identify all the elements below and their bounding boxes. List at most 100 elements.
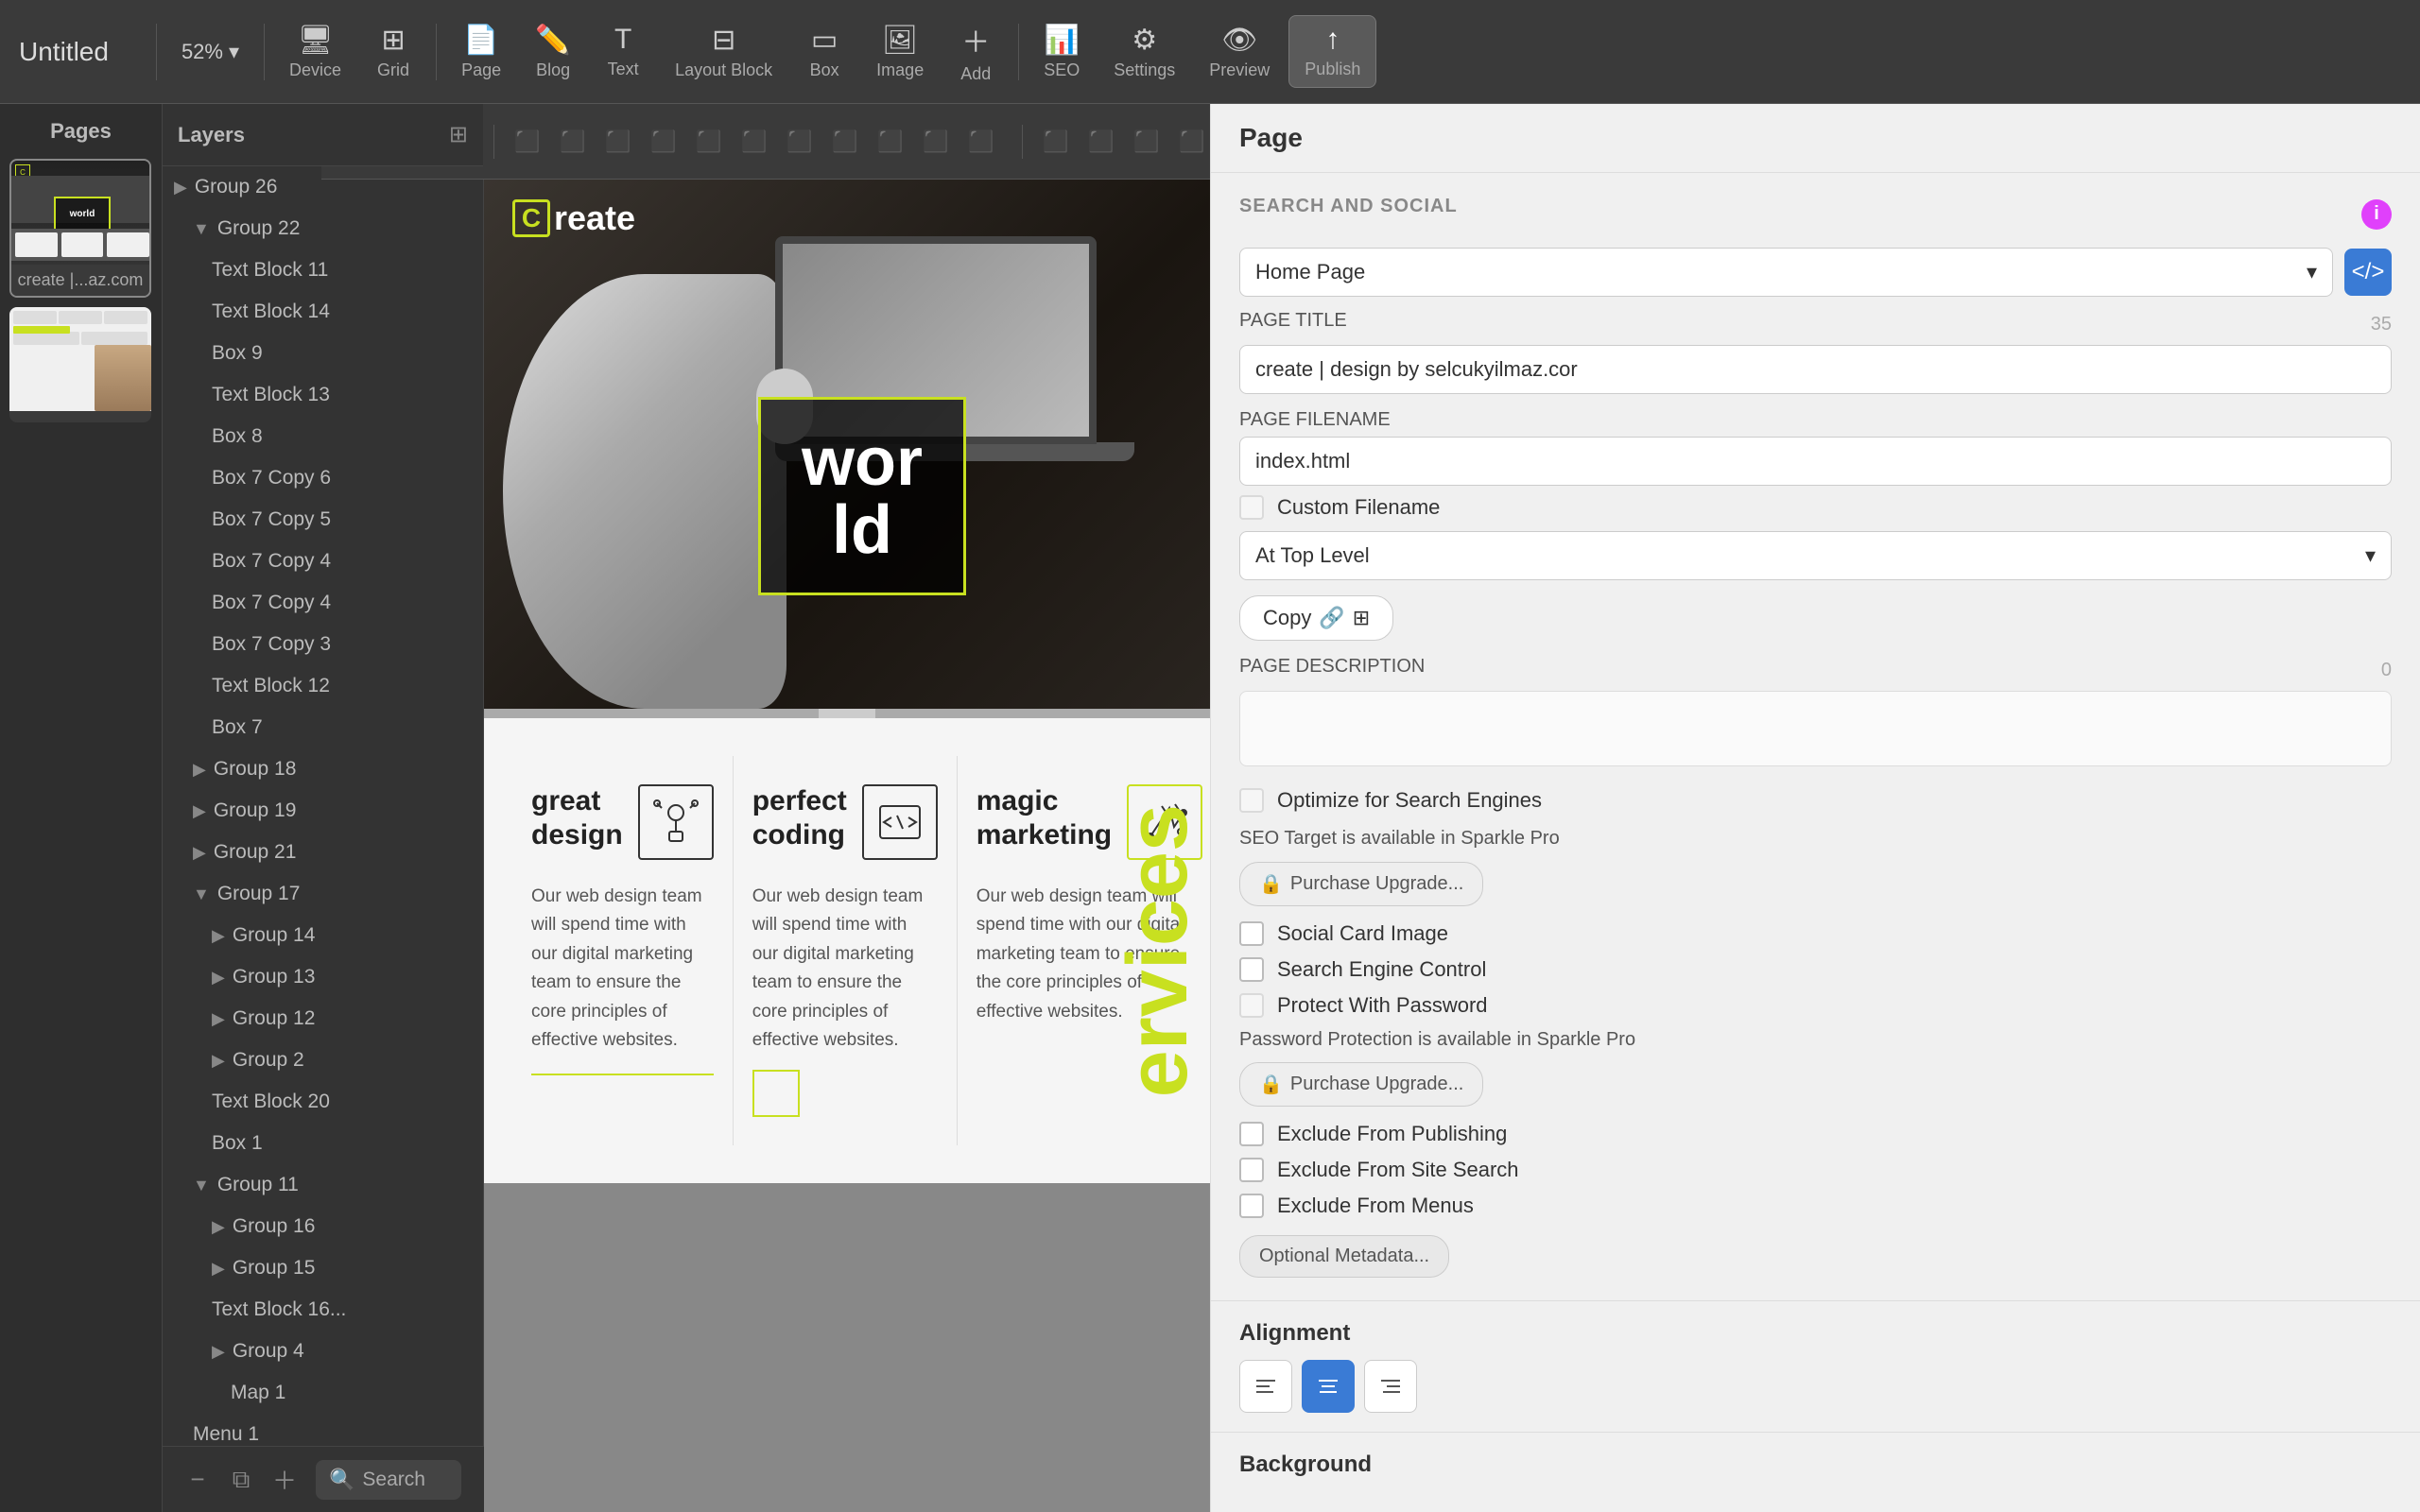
- page-filename-input[interactable]: index.html: [1239, 437, 2392, 486]
- layer-group2[interactable]: ▶ Group 2: [163, 1040, 483, 1081]
- layers-list-icon[interactable]: ⊞: [449, 121, 468, 148]
- layout-block-button[interactable]: ⊟ Layout Block: [660, 16, 787, 88]
- arrow-right-icon-6: ▶: [212, 968, 225, 988]
- layer-group17[interactable]: ▼ Group 17: [163, 873, 483, 915]
- layer-group11[interactable]: ▼ Group 11: [163, 1164, 483, 1206]
- minus-button[interactable]: −: [176, 1458, 219, 1502]
- at-top-level-select[interactable]: At Top Level ▾: [1239, 531, 2392, 580]
- layer-group15[interactable]: ▶ Group 15: [163, 1247, 483, 1289]
- search-engine-checkbox[interactable]: [1239, 957, 1264, 982]
- device-button[interactable]: 🖥 Device: [274, 16, 356, 88]
- layer-text-block-16[interactable]: Text Block 16...: [163, 1289, 483, 1331]
- layer-group19[interactable]: ▶ Group 19: [163, 790, 483, 832]
- align-right-rp-btn[interactable]: [1364, 1360, 1417, 1413]
- layer-box7copy3[interactable]: Box 7 Copy 3: [163, 624, 483, 665]
- layer-box7[interactable]: Box 7: [163, 707, 483, 748]
- align-top-button[interactable]: ⬛: [869, 120, 912, 163]
- protect-password-checkbox[interactable]: [1239, 993, 1264, 1018]
- page-title-input[interactable]: create | design by selcukyilmaz.cor: [1239, 345, 2392, 394]
- align-space-h-button[interactable]: ⬛: [687, 120, 731, 163]
- layer-box1[interactable]: Box 1: [163, 1123, 483, 1164]
- layer-group12[interactable]: ▶ Group 12: [163, 998, 483, 1040]
- thumb1-box: world: [54, 197, 111, 231]
- home-page-select[interactable]: Home Page ▾: [1239, 248, 2333, 297]
- grid-button[interactable]: ⊞ Grid: [360, 16, 426, 88]
- code-button[interactable]: </>: [2344, 249, 2392, 296]
- layer-group22[interactable]: ▼ Group 22: [163, 208, 483, 249]
- hero-section[interactable]: C reate world: [484, 180, 1210, 709]
- align-distribute-h-button[interactable]: ⬛: [642, 120, 685, 163]
- grid-icon: ⊞: [381, 24, 405, 57]
- text-button[interactable]: T Text: [590, 16, 656, 87]
- add-button[interactable]: ＋ Add: [942, 11, 1009, 92]
- layer-group4[interactable]: ▶ Group 4: [163, 1331, 483, 1372]
- optional-metadata-btn[interactable]: Optional Metadata...: [1239, 1235, 1449, 1278]
- optimize-row: Optimize for Search Engines: [1239, 788, 2392, 813]
- publish-button[interactable]: ↑ Publish: [1288, 15, 1376, 88]
- layer-text-block-13[interactable]: Text Block 13: [163, 374, 483, 416]
- preview-button[interactable]: 👁 Preview: [1194, 16, 1285, 88]
- layer-text-block-14[interactable]: Text Block 14: [163, 291, 483, 333]
- info-badge[interactable]: i: [2361, 199, 2392, 230]
- page-desc-textarea[interactable]: [1239, 691, 2392, 766]
- purchase-upgrade-btn-1[interactable]: 🔒 Purchase Upgrade...: [1239, 862, 1483, 906]
- bring-front-button[interactable]: ⬛: [1034, 120, 1078, 163]
- duplicate-button[interactable]: ⧉: [219, 1458, 263, 1502]
- blog-button[interactable]: ✏️ Blog: [520, 16, 586, 88]
- layer-box7copy5[interactable]: Box 7 Copy 5: [163, 499, 483, 541]
- layer-text-block-20[interactable]: Text Block 20: [163, 1081, 483, 1123]
- custom-filename-checkbox[interactable]: [1239, 495, 1264, 520]
- zoom-control[interactable]: 52% ▾: [166, 32, 254, 72]
- layer-group18[interactable]: ▶ Group 18: [163, 748, 483, 790]
- bring-forward-button[interactable]: ⬛: [1080, 120, 1123, 163]
- box-button[interactable]: ▭ Box: [791, 16, 857, 88]
- layer-group21[interactable]: ▶ Group 21: [163, 832, 483, 873]
- layer-group11-label: Group 11: [217, 1174, 299, 1196]
- send-backward-button[interactable]: ⬛: [1125, 120, 1168, 163]
- arrow-down-icon-2: ▼: [193, 885, 210, 904]
- optimize-checkbox[interactable]: [1239, 788, 1264, 813]
- image-button[interactable]: 🖼 Image: [861, 16, 939, 88]
- layer-text-block-11[interactable]: Text Block 11: [163, 249, 483, 291]
- align-bottom-button[interactable]: ⬛: [959, 120, 1003, 163]
- add-page-button[interactable]: ＋: [263, 1458, 306, 1502]
- service-1-header: greatdesign: [531, 784, 714, 871]
- layer-group14[interactable]: ▶ Group 14: [163, 915, 483, 956]
- exclude-menus-checkbox[interactable]: [1239, 1194, 1264, 1218]
- layer-box8[interactable]: Box 8: [163, 416, 483, 457]
- align-space-v-button[interactable]: ⬛: [823, 120, 867, 163]
- align-distribute-v-button[interactable]: ⬛: [778, 120, 821, 163]
- align-left-rp-btn[interactable]: [1239, 1360, 1292, 1413]
- world-box[interactable]: world: [758, 397, 966, 595]
- page-thumb-2[interactable]: [9, 307, 151, 422]
- align-right-button[interactable]: ⬛: [596, 120, 640, 163]
- exclude-publishing-checkbox[interactable]: [1239, 1122, 1264, 1146]
- layers-panel-title: Layers: [178, 123, 245, 147]
- settings-button[interactable]: ⚙ Settings: [1098, 16, 1190, 88]
- align-left-button[interactable]: ⬛: [506, 120, 549, 163]
- align-middle-button[interactable]: ⬛: [914, 120, 958, 163]
- layer-box9[interactable]: Box 9: [163, 333, 483, 374]
- align-center-v-button[interactable]: ⬛: [733, 120, 776, 163]
- seo-button[interactable]: 📊 SEO: [1028, 16, 1095, 88]
- social-card-row: Social Card Image: [1239, 921, 2392, 946]
- layer-group13[interactable]: ▶ Group 13: [163, 956, 483, 998]
- layer-text-block-12[interactable]: Text Block 12: [163, 665, 483, 707]
- align-center-h-button[interactable]: ⬛: [551, 120, 595, 163]
- layer-map1[interactable]: Map 1: [163, 1372, 483, 1414]
- purchase-upgrade-btn-2[interactable]: 🔒 Purchase Upgrade...: [1239, 1062, 1483, 1107]
- copy-button[interactable]: Copy 🔗 ⊞: [1239, 595, 1393, 641]
- layer-box7copy6[interactable]: Box 7 Copy 6: [163, 457, 483, 499]
- layer-box7copy4a[interactable]: Box 7 Copy 4: [163, 541, 483, 582]
- social-card-checkbox[interactable]: [1239, 921, 1264, 946]
- layer-box7copy4b[interactable]: Box 7 Copy 4: [163, 582, 483, 624]
- search-input[interactable]: Search: [362, 1469, 425, 1491]
- layer-group16[interactable]: ▶ Group 16: [163, 1206, 483, 1247]
- page-thumb-1[interactable]: C world create |...az.com: [9, 159, 151, 298]
- logo-bracket: C: [512, 199, 550, 237]
- align-center-rp-btn[interactable]: [1302, 1360, 1355, 1413]
- exclude-site-search-checkbox[interactable]: [1239, 1158, 1264, 1182]
- send-back-button[interactable]: ⬛: [1170, 120, 1214, 163]
- page-button[interactable]: 📄 Page: [446, 16, 516, 88]
- main-canvas[interactable]: C reate world greatdesign: [484, 180, 1210, 1512]
